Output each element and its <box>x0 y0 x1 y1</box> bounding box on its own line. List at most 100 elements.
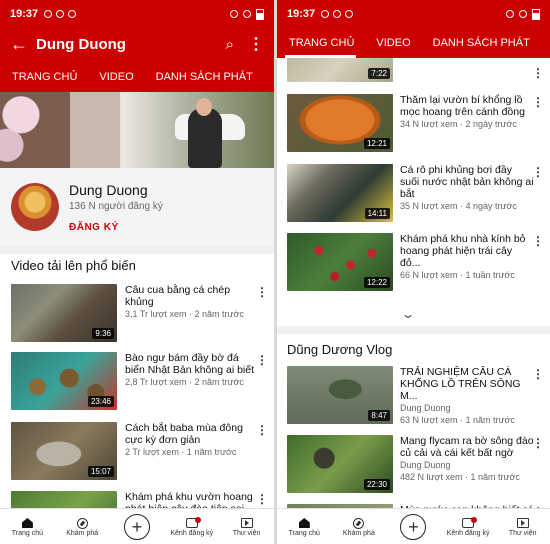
video-thumbnail[interactable]: 15:07 <box>11 422 117 480</box>
nav-subscriptions-label: Kênh đăng ký <box>170 530 214 537</box>
more-options-icon[interactable]: ⋮ <box>532 436 544 450</box>
video-title[interactable]: Cách bắt baba mùa đông cực kỳ đơn giản <box>125 422 258 446</box>
more-options-icon[interactable]: ⋮ <box>532 66 544 80</box>
video-item[interactable]: 9:36 Câu cua bằng cá chép khủng 3,1 Tr l… <box>0 284 274 346</box>
video-duration: 7:22 <box>368 68 390 79</box>
video-item[interactable]: 14:11 Cá rô phi khủng bơi đầy suối nước … <box>277 164 550 226</box>
notification-badge <box>471 517 478 523</box>
plus-icon[interactable]: + <box>400 513 427 540</box>
left-screen: 19:37 ← Dung Duong ⌕ ⋮ TRANG CHỦ VIDEO D… <box>0 0 274 544</box>
video-duration: 22:30 <box>363 479 390 490</box>
tab-home[interactable]: TRANG CHỦ <box>0 71 87 92</box>
video-title[interactable]: TRẢI NGHIỆM CÂU CÁ KHỔNG LỒ TRÊN SÔNG M.… <box>400 366 534 402</box>
video-title[interactable]: Thăm lại vườn bí khổng lồ mọc hoang trên… <box>400 94 534 118</box>
tab-playlists[interactable]: DANH SÁCH PHÁT <box>144 71 263 92</box>
video-thumbnail[interactable]: 9:36 <box>11 284 117 342</box>
video-thumbnail[interactable]: 22:30 <box>287 435 393 493</box>
nav-explore-label: Khám phá <box>342 530 375 537</box>
nav-home[interactable]: Trang chủ <box>278 516 330 537</box>
video-title[interactable]: Cá rô phi khủng bơi đầy suối nước nhật b… <box>400 164 534 200</box>
video-title[interactable]: Mang flycam ra bờ sông đào củ cải và cái… <box>400 435 534 459</box>
nav-library-label: Thư viện <box>232 530 261 537</box>
create-button[interactable]: + <box>111 513 163 540</box>
bottom-navigation: Trang chủ Khám phá + Kênh đăng ký Thư vi… <box>0 508 274 544</box>
video-title[interactable]: Khám phá khu nhà kính bỏ hoang phát hiện… <box>400 233 534 269</box>
nav-home-label: Trang chủ <box>11 530 44 537</box>
nav-explore[interactable]: Khám phá <box>56 516 108 537</box>
system-icons <box>230 8 264 20</box>
video-duration: 12:22 <box>363 277 390 288</box>
subscriber-count: 136 N người đăng ký <box>69 200 163 212</box>
more-options-icon[interactable]: ⋮ <box>532 234 544 248</box>
chevron-down-icon[interactable]: ⌄ <box>401 307 415 321</box>
video-meta: 63 N lượt xem · 1 năm trước <box>400 415 515 425</box>
system-icons <box>506 8 540 20</box>
video-title[interactable]: Bào ngư bám đầy bờ đá biển Nhật Bản khôn… <box>125 352 258 376</box>
app-header: 19:37 ← Dung Duong ⌕ ⋮ TRANG CHỦ VIDEO D… <box>0 0 274 92</box>
avatar[interactable] <box>11 183 59 231</box>
nav-library[interactable]: Thư viện <box>497 516 549 537</box>
status-time: 19:37 <box>287 8 316 20</box>
more-options-icon[interactable]: ⋮ <box>256 353 268 367</box>
bottom-navigation: Trang chủ Khám phá + Kênh đăng ký Thư vi… <box>277 508 550 544</box>
more-options-icon[interactable]: ⋮ <box>532 367 544 381</box>
more-options-icon[interactable]: ⋮ <box>248 34 264 54</box>
more-options-icon[interactable]: ⋮ <box>532 165 544 179</box>
search-icon[interactable]: ⌕ <box>226 36 234 53</box>
section-divider <box>0 246 274 254</box>
video-thumbnail[interactable]: 12:22 <box>287 233 393 291</box>
section-vlog[interactable]: Dũng Dương Vlog <box>287 342 392 357</box>
video-duration: 14:11 <box>364 208 390 219</box>
nav-home[interactable]: Trang chủ <box>1 516 53 537</box>
app-header: 19:37 TRANG CHỦ VIDEO DANH SÁCH PHÁT C <box>277 0 550 58</box>
channel-tabs: TRANG CHỦ VIDEO DANH SÁCH PHÁT CỘ <box>0 60 274 92</box>
channel-title: Dung Duong <box>36 35 126 53</box>
channel-tabs: TRANG CHỦ VIDEO DANH SÁCH PHÁT C <box>277 28 550 58</box>
video-thumbnail[interactable]: 14:11 <box>287 164 393 222</box>
compass-icon <box>76 517 88 529</box>
right-screen: 7:22 ⋮ 19:37 TRANG CHỦ VIDEO DANH SÁCH P… <box>277 0 550 544</box>
video-meta: 66 N lượt xem · 1 tuần trước <box>400 270 515 280</box>
tab-community[interactable]: C <box>540 37 550 58</box>
status-bar: 19:37 <box>0 0 274 28</box>
video-title[interactable]: Câu cua bằng cá chép khủng <box>125 284 258 308</box>
video-thumbnail[interactable]: 8:47 <box>287 366 393 424</box>
more-options-icon[interactable]: ⋮ <box>532 95 544 109</box>
more-options-icon[interactable]: ⋮ <box>256 492 268 506</box>
tab-home[interactable]: TRANG CHỦ <box>277 37 364 58</box>
video-item[interactable]: 8:47 TRẢI NGHIỆM CÂU CÁ KHỔNG LỒ TRÊN SÔ… <box>277 366 550 428</box>
nav-explore[interactable]: Khám phá <box>333 516 385 537</box>
home-icon <box>21 518 33 528</box>
tab-videos[interactable]: VIDEO <box>87 71 143 92</box>
back-arrow-icon[interactable]: ← <box>10 34 36 55</box>
video-item[interactable]: 22:30 Mang flycam ra bờ sông đào củ cải … <box>277 435 550 497</box>
tab-community[interactable]: CỘ <box>263 71 274 92</box>
library-icon <box>516 518 529 528</box>
more-options-icon[interactable]: ⋮ <box>256 423 268 437</box>
video-item[interactable]: 12:21 Thăm lại vườn bí khổng lồ mọc hoan… <box>277 94 550 156</box>
subscribe-button[interactable]: ĐĂNG KÝ <box>69 222 163 233</box>
plus-icon[interactable]: + <box>123 513 150 540</box>
video-thumbnail[interactable]: 12:21 <box>287 94 393 152</box>
video-channel: Dung Duong <box>400 460 451 470</box>
video-thumbnail[interactable]: 23:46 <box>11 352 117 410</box>
nav-subscriptions[interactable]: Kênh đăng ký <box>442 516 494 537</box>
more-options-icon[interactable]: ⋮ <box>256 285 268 299</box>
nav-library[interactable]: Thư viện <box>221 516 273 537</box>
video-item[interactable]: 15:07 Cách bắt baba mùa đông cực kỳ đơn … <box>0 422 274 484</box>
nav-subscriptions-label: Kênh đăng ký <box>446 530 490 537</box>
create-button[interactable]: + <box>387 513 439 540</box>
video-item[interactable]: 12:22 Khám phá khu nhà kính bỏ hoang phá… <box>277 233 550 295</box>
video-meta: 3,1 Tr lượt xem · 2 năm trước <box>125 309 244 319</box>
notification-icons <box>44 10 77 18</box>
video-duration: 12:21 <box>363 138 390 149</box>
video-item[interactable]: 23:46 Bào ngư bám đầy bờ đá biển Nhật Bả… <box>0 352 274 414</box>
tab-videos[interactable]: VIDEO <box>364 37 420 58</box>
section-divider <box>277 326 550 334</box>
video-duration: 15:07 <box>87 466 114 477</box>
video-meta: 35 N lượt xem · 4 ngày trước <box>400 201 517 211</box>
video-meta: 2 Tr lượt xem · 1 năm trước <box>125 447 237 457</box>
nav-subscriptions[interactable]: Kênh đăng ký <box>166 516 218 537</box>
tab-playlists[interactable]: DANH SÁCH PHÁT <box>421 37 540 58</box>
video-duration: 9:36 <box>92 328 114 339</box>
